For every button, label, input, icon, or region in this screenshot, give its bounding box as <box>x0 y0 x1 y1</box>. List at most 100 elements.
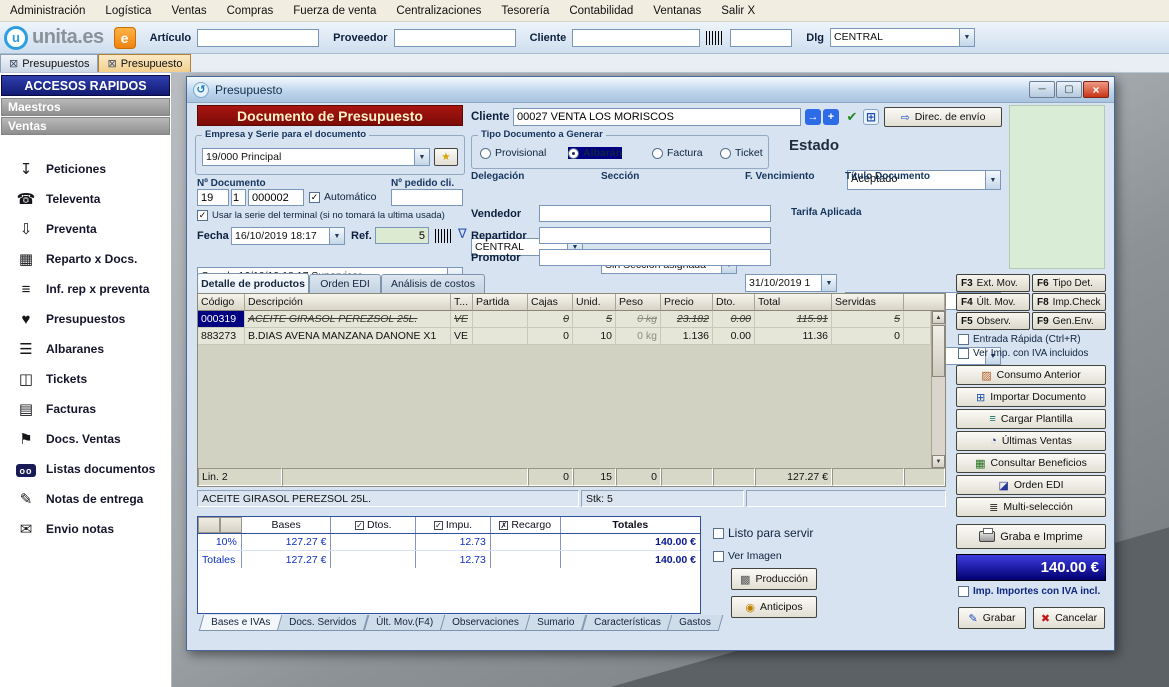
sidebar-item-tickets[interactable]: ◫ Tickets <box>0 364 171 394</box>
cancelar-button[interactable]: ✖ Cancelar <box>1033 607 1105 629</box>
sidebar-item-listas-documentos[interactable]: oo Listas documentos <box>0 454 171 484</box>
cell-dto[interactable]: 0.00 <box>713 311 755 327</box>
sidebar-item-notas-entrega[interactable]: ✎ Notas de entrega <box>0 484 171 514</box>
tab-presupuestos[interactable]: ⊠ Presupuestos <box>0 54 99 72</box>
cell-total[interactable]: 115.91 <box>755 311 832 327</box>
menu-contabilidad[interactable]: Contabilidad <box>559 5 643 17</box>
tab-presupuesto[interactable]: ⊠ Presupuesto <box>98 54 192 72</box>
f3-ext-mov-button[interactable]: F3 Ext. Mov. <box>956 274 1030 292</box>
recargo-checkbox[interactable]: ✗ <box>499 520 509 530</box>
cliente-input[interactable] <box>572 28 701 47</box>
totals-sort-right-icon[interactable] <box>219 517 242 533</box>
sidebar-item-presupuestos[interactable]: ♥ Presupuestos <box>0 304 171 334</box>
menu-centralizaciones[interactable]: Centralizaciones <box>386 5 491 17</box>
tab-bases-ivas[interactable]: Bases e IVAs <box>198 615 283 631</box>
graba-e-imprime-button[interactable]: Graba e Imprime <box>956 524 1106 549</box>
repartidor-input[interactable] <box>539 227 771 244</box>
sidebar-item-docs-ventas[interactable]: ⚑ Docs. Ventas <box>0 424 171 454</box>
sidebar-item-peticiones[interactable]: ↧ Peticiones <box>0 154 171 184</box>
vencimiento-combo[interactable]: 31/10/2019 1 <box>745 274 837 292</box>
cell-unid[interactable]: 10 <box>573 328 616 344</box>
num-pedido-input[interactable] <box>391 189 463 206</box>
tab-docs-servidos[interactable]: Docs. Servidos <box>277 615 369 631</box>
cell-dto[interactable]: 0.00 <box>713 328 755 344</box>
column-header-descripcion[interactable]: Descripción <box>245 294 451 311</box>
cell-precio[interactable]: 23.182 <box>661 311 713 327</box>
add-client-icon[interactable]: + <box>823 109 839 125</box>
cell-precio[interactable]: 1.136 <box>661 328 713 344</box>
imp-iva-incl-checkbox[interactable]: Imp. Importes con IVA incl. <box>958 586 1100 597</box>
scroll-down-icon[interactable]: ▼ <box>932 455 945 468</box>
menu-salir[interactable]: Salir X <box>711 5 765 17</box>
sidebar-group-ventas[interactable]: Ventas <box>1 117 170 135</box>
listo-para-servir-checkbox[interactable]: Listo para servir <box>713 526 813 540</box>
cell-descripcion[interactable]: B.DIAS AVENA MANZANA DANONE X1 <box>245 328 451 344</box>
menu-ventanas[interactable]: Ventanas <box>643 5 711 17</box>
numero-documento-input[interactable] <box>248 189 304 206</box>
radio-provisional[interactable]: Provisional <box>480 147 546 159</box>
scroll-thumb[interactable] <box>932 325 945 377</box>
grid-scrollbar[interactable]: ▲ ▼ <box>931 311 945 468</box>
tab-analisis-costos[interactable]: Análisis de costos <box>381 274 485 293</box>
impu-checkbox[interactable]: ✓ <box>433 520 443 530</box>
tab-orden-edi[interactable]: Orden EDI <box>309 274 381 293</box>
produccion-button[interactable]: ▩ Producción <box>731 568 817 590</box>
ultimas-ventas-button[interactable]: ◔ Últimas Ventas <box>956 431 1106 451</box>
sidebar-group-maestros[interactable]: Maestros <box>1 98 170 116</box>
ver-imagen-checkbox[interactable]: Ver Imagen <box>713 550 782 562</box>
cell-peso[interactable]: 0 kg <box>616 311 661 327</box>
empresa-serie-combo[interactable]: 19/000 Principal <box>202 148 430 166</box>
scroll-up-icon[interactable]: ▲ <box>932 311 945 324</box>
column-header-servidas[interactable]: Servidas <box>832 294 904 311</box>
column-header-total[interactable]: Total <box>755 294 832 311</box>
menu-compras[interactable]: Compras <box>217 5 284 17</box>
column-header-dto[interactable]: Dto. <box>713 294 755 311</box>
sidebar-item-facturas[interactable]: ▤ Facturas <box>0 394 171 424</box>
totals-sort-left-icon[interactable] <box>198 517 220 533</box>
cell-cajas[interactable]: 0 <box>528 311 573 327</box>
table-row-1[interactable]: 000319 ACEITE GIRASOL PEREZSOL 25L. VE 0… <box>198 311 931 328</box>
cell-peso[interactable]: 0 kg <box>616 328 661 344</box>
header-impu[interactable]: ✓ Impu. <box>416 517 491 533</box>
cliente-field-input[interactable] <box>513 108 801 126</box>
sidebar-item-envio-notas[interactable]: ✉ Envio notas <box>0 514 171 544</box>
multi-seleccion-button[interactable]: ≣ Multi-selección <box>956 497 1106 517</box>
f9-gen-env-button[interactable]: F9 Gen.Env. <box>1032 312 1106 330</box>
ref-input[interactable] <box>375 227 429 244</box>
serie-tool-button[interactable]: ★ <box>434 148 458 166</box>
vendedor-input[interactable] <box>539 205 771 222</box>
tab-sumario[interactable]: Sumario <box>525 615 587 631</box>
cell-codigo[interactable]: 883273 <box>198 328 245 344</box>
column-header-peso[interactable]: Peso <box>616 294 661 311</box>
tab-observaciones[interactable]: Observaciones <box>439 615 531 631</box>
cell-codigo[interactable]: 000319 <box>198 311 245 327</box>
header-recargo[interactable]: ✗ Recargo <box>491 517 561 533</box>
column-header-tipo[interactable]: T... <box>451 294 473 311</box>
barcode-icon[interactable] <box>435 229 453 243</box>
automatico-checkbox[interactable]: ✓ Automático <box>309 191 377 203</box>
serie-input[interactable] <box>197 189 229 206</box>
cell-total[interactable]: 11.36 <box>755 328 832 344</box>
cargar-plantilla-button[interactable]: ≡ Cargar Plantilla <box>956 409 1106 429</box>
direc-envio-button[interactable]: ⇨ Direc. de envío <box>884 107 1002 127</box>
entrada-rapida-checkbox[interactable]: Entrada Rápida (Ctrl+R) <box>958 334 1081 345</box>
client-card-icon[interactable]: ⊞ <box>863 109 879 125</box>
tab-caracteristicas[interactable]: Características <box>581 615 673 631</box>
orden-edi-button[interactable]: ◪ Orden EDI <box>956 475 1106 495</box>
cell-partida[interactable] <box>473 328 528 344</box>
terminal-input[interactable] <box>231 189 246 206</box>
ver-imp-iva-checkbox[interactable]: Ver Imp. con IVA incluidos <box>958 348 1088 359</box>
cell-tipo[interactable]: VE <box>451 328 473 344</box>
cell-tipo[interactable]: VE <box>451 311 473 327</box>
cell-cajas[interactable]: 0 <box>528 328 573 344</box>
dtos-checkbox[interactable]: ✓ <box>355 520 365 530</box>
header-dtos[interactable]: ✓ Dtos. <box>331 517 417 533</box>
dlg-combo[interactable]: CENTRAL <box>829 28 975 47</box>
f6-tipo-det-button[interactable]: F6 Tipo Det. <box>1032 274 1106 292</box>
column-header-partida[interactable]: Partida <box>473 294 528 311</box>
close-tab-icon[interactable]: ⊠ <box>107 57 116 70</box>
close-tab-icon[interactable]: ⊠ <box>9 57 18 70</box>
confirm-icon[interactable]: ✔ <box>844 109 860 125</box>
grabar-button[interactable]: ✎ Grabar <box>958 607 1026 629</box>
tab-ult-mov[interactable]: Últ. Mov.(F4) <box>363 615 445 631</box>
